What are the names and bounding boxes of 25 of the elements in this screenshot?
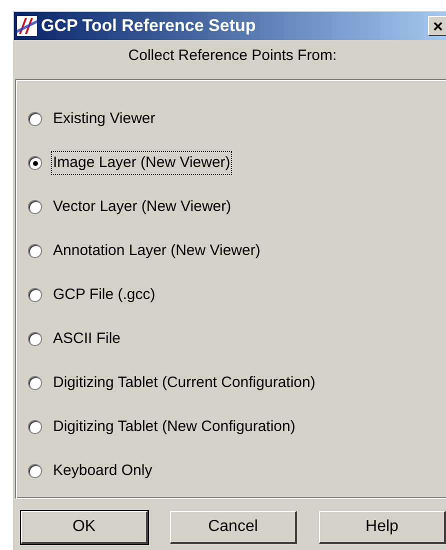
heading: Collect Reference Points From:	[127, 46, 338, 66]
option-label[interactable]: Vector Layer (New Viewer)	[52, 196, 232, 218]
radio-button[interactable]	[28, 376, 42, 390]
radio-button[interactable]	[28, 420, 42, 434]
dialog-button[interactable]: Cancel	[170, 511, 297, 544]
radio-button[interactable]	[28, 200, 42, 214]
dialog-button[interactable]: Help	[319, 511, 446, 544]
radio-button[interactable]	[28, 244, 42, 258]
option-label[interactable]: Existing Viewer	[52, 108, 156, 130]
radio-button[interactable]	[28, 288, 42, 302]
window-title: GCP Tool Reference Setup	[41, 15, 257, 38]
radio-button[interactable]	[28, 464, 42, 478]
app-logo-icon	[17, 16, 37, 36]
radio-button[interactable]	[28, 112, 42, 126]
close-button[interactable]: ×	[428, 16, 446, 36]
radio-button[interactable]	[28, 332, 42, 346]
option-label[interactable]: Digitizing Tablet (Current Configuration)	[52, 372, 316, 394]
option-label[interactable]: Digitizing Tablet (New Configuration)	[52, 416, 296, 438]
option-label[interactable]: ASCII File	[52, 328, 122, 350]
radio-button[interactable]	[28, 156, 42, 170]
option-label[interactable]: Annotation Layer (New Viewer)	[52, 240, 262, 262]
option-label[interactable]: GCP File (.gcc)	[52, 284, 156, 306]
option-label[interactable]: Image Layer (New Viewer)	[52, 152, 232, 174]
dialog-button[interactable]: OK	[21, 511, 148, 544]
option-label[interactable]: Keyboard Only	[52, 460, 154, 482]
